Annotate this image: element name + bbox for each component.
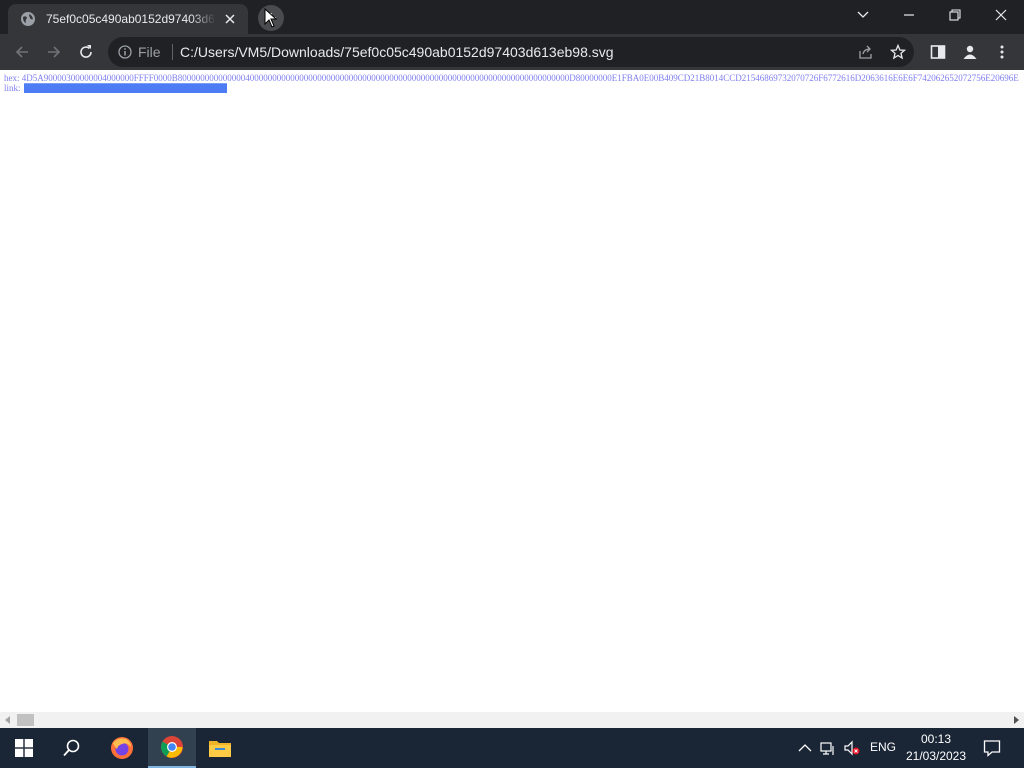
- folder-icon: [209, 741, 231, 757]
- highlighted-link[interactable]: [23, 83, 227, 93]
- forward-button[interactable]: [40, 38, 68, 66]
- windows-taskbar: ENG 00:13 21/03/2023: [0, 728, 1024, 768]
- profile-icon: [963, 45, 977, 59]
- reload-button[interactable]: [72, 38, 100, 66]
- back-button[interactable]: [8, 38, 36, 66]
- chevron-down-icon: [857, 11, 869, 18]
- browser-toolbar: File C:/Users/VM5/Downloads/75ef0c05c490…: [0, 34, 1024, 70]
- hex-value: 4D5A90000300000004000000FFFF0000B8000000…: [21, 73, 1019, 83]
- taskbar-firefox[interactable]: [98, 728, 146, 768]
- url-text[interactable]: C:/Users/VM5/Downloads/75ef0c05c490ab015…: [180, 44, 614, 60]
- horizontal-scrollbar[interactable]: [0, 712, 1024, 728]
- windows-logo-icon: [15, 739, 33, 757]
- scroll-left-icon[interactable]: [4, 716, 12, 724]
- site-info-button[interactable]: File: [118, 44, 161, 60]
- close-icon[interactable]: [222, 11, 238, 27]
- start-button[interactable]: [0, 728, 48, 768]
- address-bar[interactable]: File C:/Users/VM5/Downloads/75ef0c05c490…: [108, 37, 914, 67]
- clock-date: 21/03/2023: [905, 749, 967, 763]
- restore-icon: [949, 9, 961, 21]
- tab-title: 75ef0c05c490ab0152d97403d613eb98.svg: [46, 12, 216, 26]
- minimize-button[interactable]: [886, 0, 932, 30]
- taskbar-chrome[interactable]: [148, 728, 196, 768]
- page-content: hex: 4D5A90000300000004000000FFFF0000B80…: [0, 70, 1024, 712]
- chevron-up-icon[interactable]: [797, 740, 813, 756]
- site-info-label: File: [138, 44, 161, 60]
- link-label: link:: [4, 83, 21, 93]
- minimize-icon: [904, 14, 914, 16]
- search-button[interactable]: [48, 728, 96, 768]
- hex-line: hex: 4D5A90000300000004000000FFFF0000B80…: [4, 73, 1019, 83]
- kebab-menu-icon: [1000, 45, 1004, 59]
- hex-label: hex:: [4, 73, 20, 83]
- firefox-icon: [111, 737, 133, 759]
- side-panel-button[interactable]: [924, 38, 952, 66]
- notification-icon[interactable]: [983, 739, 1001, 757]
- info-icon: [118, 45, 132, 59]
- close-window-button[interactable]: [978, 0, 1024, 30]
- clock[interactable]: 00:13 21/03/2023: [900, 731, 972, 765]
- tab-search-button[interactable]: [840, 0, 886, 30]
- globe-icon: [20, 11, 36, 27]
- mouse-cursor-icon: [264, 8, 278, 28]
- arrow-right-icon: [48, 46, 61, 58]
- tab-strip: 75ef0c05c490ab0152d97403d613eb98.svg: [0, 0, 1024, 34]
- bookmark-button[interactable]: [884, 38, 912, 66]
- share-button[interactable]: [852, 38, 880, 66]
- divider: [172, 44, 173, 60]
- menu-button[interactable]: [988, 38, 1016, 66]
- profile-button[interactable]: [956, 38, 984, 66]
- volume-muted-icon[interactable]: [844, 740, 860, 756]
- reload-icon: [80, 45, 92, 58]
- link-line: link:: [4, 83, 227, 93]
- clock-time: 00:13: [920, 732, 952, 746]
- restore-button[interactable]: [932, 0, 978, 30]
- search-icon: [63, 739, 80, 757]
- star-icon: [890, 44, 906, 60]
- language-indicator[interactable]: ENG: [870, 740, 896, 754]
- close-icon: [995, 9, 1007, 21]
- scrollbar-thumb[interactable]: [17, 714, 34, 726]
- share-icon: [859, 45, 872, 59]
- browser-tab[interactable]: 75ef0c05c490ab0152d97403d613eb98.svg: [8, 4, 248, 34]
- side-panel-icon: [930, 45, 946, 59]
- taskbar-file-explorer[interactable]: [196, 728, 244, 768]
- scroll-right-icon[interactable]: [1012, 716, 1020, 724]
- network-icon[interactable]: [820, 740, 836, 756]
- arrow-left-icon: [15, 46, 28, 58]
- chrome-icon: [161, 736, 183, 758]
